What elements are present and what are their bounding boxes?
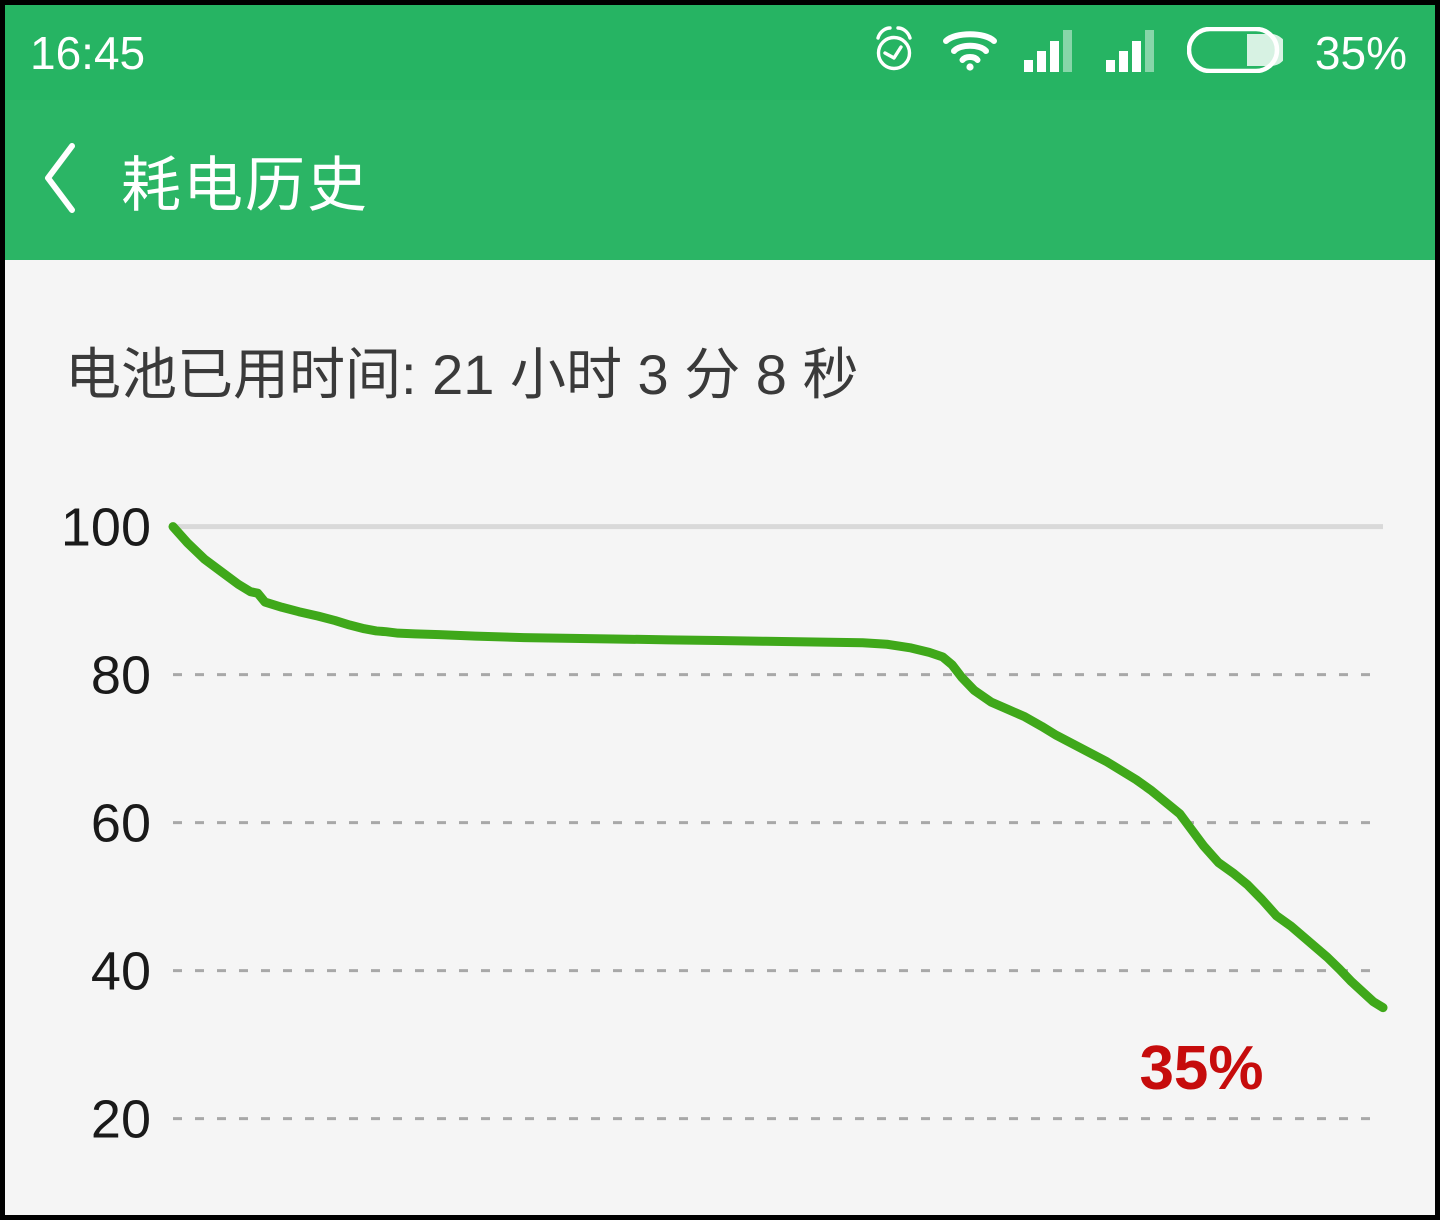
chart-annotations: 35%	[1139, 1034, 1263, 1103]
chart-y-tick-label: 80	[91, 646, 151, 706]
chart-gridlines	[173, 524, 1383, 1121]
chart-series-lines	[168, 522, 1388, 1013]
chart-y-axis-labels: 100 80 60 40 20	[61, 498, 151, 1150]
signal-sim1-icon	[1023, 27, 1079, 78]
chart-line-battery-level	[168, 522, 1388, 1013]
phone-screen: 16:45 35% 耗电历史 电池已用时间: 21 小时 3 分 8 秒 100…	[5, 5, 1435, 1215]
main-content: 电池已用时间: 21 小时 3 分 8 秒 100 80 60 40 20 35%	[5, 260, 1435, 1215]
battery-history-chart-svg: 100 80 60 40 20 35%	[61, 498, 1388, 1150]
status-bar: 16:45 35%	[5, 5, 1435, 100]
alarm-clock-icon	[871, 25, 917, 80]
signal-sim2-icon	[1105, 27, 1161, 78]
status-bar-icons: 35%	[871, 25, 1407, 80]
app-bar: 耗电历史	[5, 100, 1435, 260]
status-bar-clock: 16:45	[30, 26, 146, 79]
battery-icon	[1186, 26, 1287, 78]
chart-y-tick-label: 40	[91, 942, 151, 1002]
page-title: 耗电历史	[121, 151, 369, 219]
back-button[interactable]	[5, 100, 115, 260]
current-battery-label: 35%	[1139, 1034, 1263, 1103]
chart-y-tick-label: 20	[91, 1090, 151, 1150]
battery-percent-label: 35%	[1314, 26, 1407, 79]
chart-y-tick-label: 60	[91, 794, 151, 854]
battery-history-chart: 100 80 60 40 20 35%	[5, 260, 1435, 1215]
chevron-left-icon	[36, 140, 84, 221]
wifi-icon	[942, 29, 997, 76]
chart-y-tick-label: 100	[61, 498, 151, 558]
